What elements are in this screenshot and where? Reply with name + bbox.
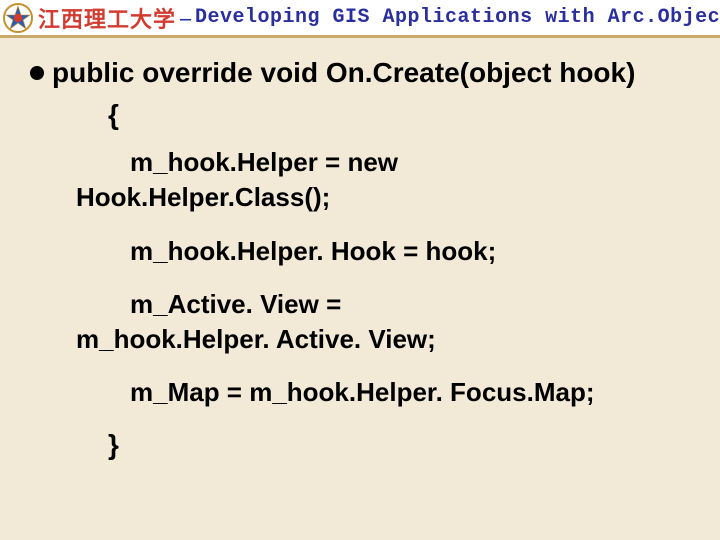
header-dash: – xyxy=(180,5,191,31)
code-line: m_Map = m_hook.Helper. Focus.Map; xyxy=(30,375,710,410)
code-text: m_hook.Helper. Hook = hook; xyxy=(30,234,710,269)
code-line: m_hook.Helper = new Hook.Helper.Class(); xyxy=(30,145,710,215)
code-text: Hook.Helper.Class(); xyxy=(30,180,710,215)
method-signature: public override void On.Create(object ho… xyxy=(30,54,710,92)
course-title: Developing GIS Applications with Arc.Obj… xyxy=(195,6,720,29)
code-text: m_Active. View = xyxy=(30,287,710,322)
open-brace: { xyxy=(108,98,710,132)
signature-text: public override void On.Create(object ho… xyxy=(52,54,710,92)
code-text: m_Map = m_hook.Helper. Focus.Map; xyxy=(30,375,710,410)
slide-header: 江西理工大学 – Developing GIS Applications wit… xyxy=(0,0,720,38)
university-name: 江西理工大学 xyxy=(38,2,176,34)
code-text: m_hook.Helper. Active. View; xyxy=(30,322,710,357)
code-text: m_hook.Helper = new xyxy=(30,145,710,180)
bullet-icon xyxy=(30,66,44,80)
close-brace: } xyxy=(108,428,710,462)
code-line: m_Active. View = m_hook.Helper. Active. … xyxy=(30,287,710,357)
slide-body: public override void On.Create(object ho… xyxy=(0,38,720,462)
university-logo xyxy=(2,2,34,34)
code-line: m_hook.Helper. Hook = hook; xyxy=(30,234,710,269)
